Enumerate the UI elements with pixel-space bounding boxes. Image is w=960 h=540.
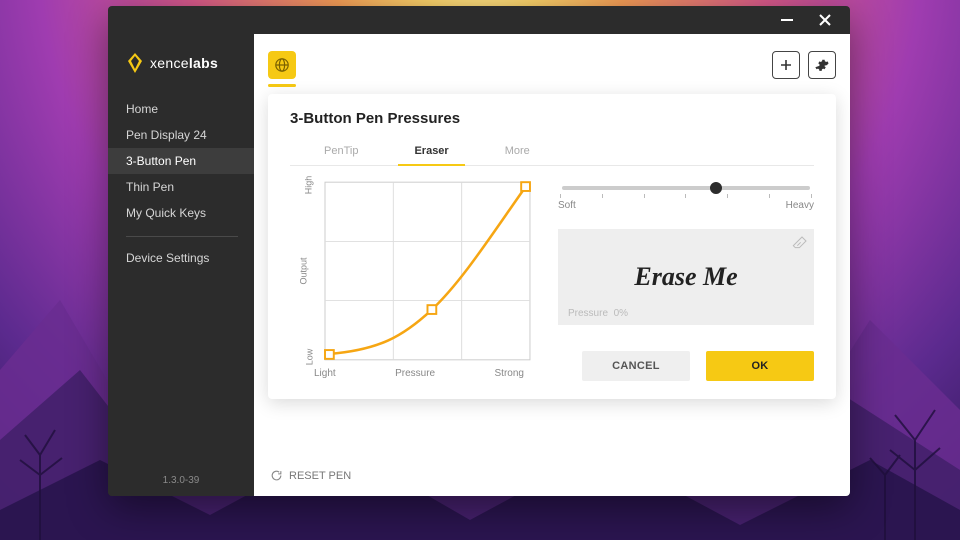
- sidebar-separator: [126, 236, 238, 237]
- ok-button[interactable]: OK: [706, 351, 814, 381]
- titlebar: [108, 6, 850, 34]
- button-label: CANCEL: [612, 360, 660, 372]
- slider-thumb[interactable]: [710, 182, 722, 194]
- tab-more[interactable]: More: [499, 139, 536, 165]
- dialog-title: 3-Button Pen Pressures: [290, 110, 814, 127]
- version-label: 1.3.0-39: [108, 465, 254, 496]
- erase-test-area[interactable]: Erase Me Pressure 0%: [558, 229, 814, 325]
- plus-icon: [779, 58, 793, 72]
- tab-eraser[interactable]: Eraser: [408, 139, 454, 165]
- tab-label: Eraser: [414, 145, 448, 157]
- app-window: xencelabs Home Pen Display 24 3-Button P…: [108, 6, 850, 496]
- erase-text: Erase Me: [634, 262, 737, 292]
- sidebar-item-label: Pen Display 24: [126, 128, 207, 142]
- dialog-buttons: CANCEL OK: [558, 351, 814, 381]
- slider-label-soft: Soft: [558, 200, 576, 211]
- sidebar-item-device-settings[interactable]: Device Settings: [108, 245, 254, 271]
- reset-pen-button[interactable]: RESET PEN: [268, 467, 836, 484]
- sidebar-item-label: My Quick Keys: [126, 206, 206, 220]
- main-panel: 3-Button Pen Pressures PenTip Eraser Mor…: [254, 34, 850, 496]
- sidebar-item-quick-keys[interactable]: My Quick Keys: [108, 200, 254, 226]
- y-axis-low: Low: [304, 349, 314, 366]
- settings-button[interactable]: [808, 51, 836, 79]
- firmness-slider[interactable]: Soft Heavy: [558, 186, 814, 211]
- tab-label: PenTip: [324, 145, 358, 157]
- controls-column: Soft Heavy Erase Me: [558, 180, 814, 381]
- x-axis-mid: Pressure: [395, 368, 435, 379]
- brand: xencelabs: [108, 38, 254, 96]
- pressure-dialog: 3-Button Pen Pressures PenTip Eraser Mor…: [268, 94, 836, 399]
- sidebar-item-label: Device Settings: [126, 251, 209, 265]
- button-label: OK: [751, 360, 768, 372]
- x-axis-high: Strong: [495, 368, 524, 379]
- sidebar: xencelabs Home Pen Display 24 3-Button P…: [108, 34, 254, 496]
- sidebar-item-label: 3-Button Pen: [126, 154, 196, 168]
- close-button[interactable]: [816, 11, 834, 29]
- pressure-readout: Pressure 0%: [568, 308, 628, 319]
- topbar: [254, 34, 850, 86]
- slider-label-heavy: Heavy: [786, 200, 814, 211]
- minimize-button[interactable]: [778, 11, 796, 29]
- tab-label: More: [505, 145, 530, 157]
- eraser-icon: [792, 235, 808, 256]
- x-axis-low: Light: [314, 368, 336, 379]
- slider-ticks: [558, 194, 814, 198]
- gear-icon: [815, 58, 829, 72]
- dialog-tabs: PenTip Eraser More: [290, 139, 814, 166]
- y-axis-mid: Output: [299, 257, 309, 284]
- tab-pentip[interactable]: PenTip: [318, 139, 364, 165]
- brand-text: xencelabs: [150, 55, 218, 71]
- add-button[interactable]: [772, 51, 800, 79]
- curve-plot-area[interactable]: [325, 180, 530, 362]
- reset-icon: [270, 469, 283, 482]
- sidebar-item-thin-pen[interactable]: Thin Pen: [108, 174, 254, 200]
- cancel-button[interactable]: CANCEL: [582, 351, 690, 381]
- globe-button[interactable]: [268, 51, 296, 79]
- sidebar-item-3button-pen[interactable]: 3-Button Pen: [108, 148, 254, 174]
- sidebar-item-label: Thin Pen: [126, 180, 174, 194]
- y-axis-high: High: [303, 176, 313, 195]
- sidebar-item-pen-display[interactable]: Pen Display 24: [108, 122, 254, 148]
- desktop-wallpaper: xencelabs Home Pen Display 24 3-Button P…: [0, 0, 960, 540]
- sidebar-item-label: Home: [126, 102, 158, 116]
- sidebar-item-home[interactable]: Home: [108, 96, 254, 122]
- reset-label: RESET PEN: [289, 470, 351, 482]
- slider-track[interactable]: [562, 186, 810, 190]
- pressure-curve-chart: High Output Low: [290, 180, 530, 381]
- brand-logo-icon: [126, 52, 144, 74]
- globe-icon: [274, 57, 290, 73]
